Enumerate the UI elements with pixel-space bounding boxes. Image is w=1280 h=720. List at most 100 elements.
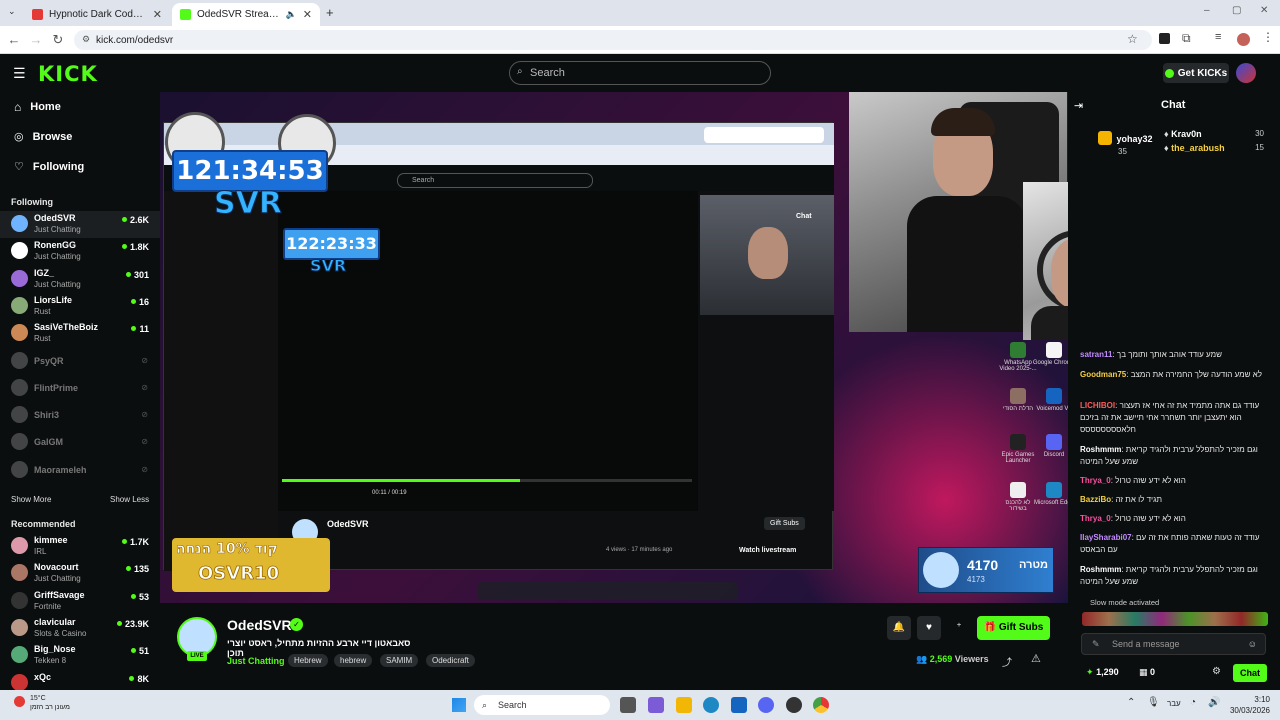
chat-username[interactable]: Thrya_0 bbox=[1080, 476, 1111, 485]
share-icon[interactable]: ⤴ bbox=[1002, 654, 1012, 669]
speaker-icon[interactable]: 🔈 bbox=[286, 9, 297, 20]
close-window-icon[interactable]: ✕ bbox=[1260, 5, 1268, 16]
bookmark-star-icon[interactable]: ☆ bbox=[1127, 32, 1138, 46]
subs-balance[interactable]: ▦ 0 bbox=[1139, 667, 1155, 678]
tray-chevron-icon[interactable]: ⌃ bbox=[1127, 697, 1135, 708]
volume-icon[interactable]: 🔊 bbox=[1208, 697, 1220, 708]
sidebar-channel-maorameleh[interactable]: Maorameleh ⊘ bbox=[0, 457, 160, 484]
chrome-icon[interactable] bbox=[813, 697, 829, 713]
sidebar-channel-ronengg[interactable]: RonenGG Just Chatting 1.8K bbox=[0, 238, 160, 265]
browser-tab-odedsvr[interactable]: OdedSVR Stream - Watch Live 🔈 ✕ bbox=[172, 3, 320, 26]
microphone-icon[interactable]: 🎙 bbox=[1147, 697, 1160, 708]
chat-message[interactable]: Goodman75: לא שמע הודעה שלך החמירה את המ… bbox=[1080, 369, 1270, 381]
kick-logo[interactable]: KICK bbox=[38, 62, 98, 86]
start-button-icon[interactable] bbox=[452, 698, 466, 712]
chat-username[interactable]: Goodman75 bbox=[1080, 370, 1126, 379]
show-less-link[interactable]: Show Less bbox=[110, 495, 149, 504]
tab-list-icon[interactable]: ⌄ bbox=[8, 6, 16, 17]
weather-widget[interactable]: 15°C מעונן רב הזמן bbox=[30, 694, 70, 712]
language-indicator[interactable]: עבר bbox=[1167, 699, 1181, 708]
chat-username[interactable]: Roshmmm bbox=[1080, 565, 1121, 574]
chat-username[interactable]: Thrya_0 bbox=[1080, 514, 1111, 523]
tag-hebrew[interactable]: Hebrew bbox=[288, 654, 328, 667]
nav-following[interactable]: ♡ Following bbox=[14, 160, 84, 174]
chat-rules-icon[interactable]: ✎ bbox=[1092, 634, 1100, 654]
sidebar-channel-sasivetheboiz[interactable]: SasiVeTheBoiz Rust 11 bbox=[0, 320, 160, 347]
sidebar-channel-igz_[interactable]: IGZ_ Just Chatting 301 bbox=[0, 266, 160, 293]
chat-message[interactable]: Roshmmm: וגם מזכיר להתפלל ערבית ולהגיד ק… bbox=[1080, 444, 1270, 468]
profile-avatar-icon[interactable] bbox=[1237, 33, 1250, 46]
maximize-icon[interactable]: ▢ bbox=[1232, 5, 1241, 16]
chat-message[interactable]: Thrya_0: הוא לא ידע שזה טרול bbox=[1080, 513, 1270, 525]
chat-username[interactable]: BazziBo bbox=[1080, 495, 1111, 504]
edge-icon[interactable] bbox=[703, 697, 719, 713]
url-input[interactable]: ⚙ kick.com/odedsvr bbox=[74, 30, 1152, 50]
extensions-puzzle-icon[interactable]: ⧉ bbox=[1182, 31, 1191, 46]
copilot-icon[interactable] bbox=[648, 697, 664, 713]
wifi-icon[interactable]: ◔ bbox=[1190, 697, 1196, 708]
emote-row[interactable] bbox=[1082, 612, 1268, 626]
sidebar-channel-galgm[interactable]: GalGM ⊘ bbox=[0, 429, 160, 456]
browser-tab-hypnotic[interactable]: Hypnotic Dark Code | Futuristic ✕ bbox=[24, 3, 170, 26]
top-gifter[interactable]: ♦ the_arabush 15 bbox=[1164, 143, 1264, 153]
app-icon[interactable] bbox=[786, 697, 802, 713]
reload-icon[interactable]: ↻ bbox=[50, 32, 66, 48]
close-tab-icon[interactable]: ✕ bbox=[303, 8, 312, 21]
media-control-icon[interactable]: ≡ bbox=[1215, 31, 1221, 43]
tag-odedicraft[interactable]: Odedicraft bbox=[426, 654, 475, 667]
new-tab-icon[interactable]: + bbox=[326, 5, 334, 20]
nav-browse[interactable]: ◎ Browse bbox=[14, 130, 72, 144]
minimize-icon[interactable]: – bbox=[1204, 5, 1210, 16]
browser-menu-icon[interactable]: ⋮ bbox=[1262, 30, 1274, 44]
chat-username[interactable]: LICHIBOI bbox=[1080, 401, 1115, 410]
get-kicks-button[interactable]: Get KICKs bbox=[1163, 63, 1229, 83]
chat-message[interactable]: Thrya_0: הוא לא ידע שזה טרול bbox=[1080, 475, 1270, 487]
sidebar-channel-shiri3[interactable]: Shiri3 ⊘ bbox=[0, 402, 160, 429]
follow-heart-button[interactable]: ♥ bbox=[917, 616, 941, 640]
sidebar-channel-odedsvr[interactable]: OdedSVR Just Chatting 2.6K bbox=[0, 211, 160, 238]
site-info-icon[interactable]: ⚙ bbox=[82, 34, 90, 45]
tag-samim[interactable]: SAMIM bbox=[380, 654, 419, 667]
top-gifter[interactable]: ♦ Krav0n 30 bbox=[1164, 129, 1264, 139]
nav-home[interactable]: ⌂ Home bbox=[14, 100, 61, 114]
user-avatar[interactable] bbox=[1236, 63, 1256, 83]
collapse-chat-icon[interactable]: ⇥ bbox=[1074, 99, 1083, 112]
extension-icon[interactable] bbox=[1159, 33, 1170, 44]
sidebar-recommended-clavicular[interactable]: clavicular Slots & Casino 23.9K bbox=[0, 615, 160, 642]
discord-icon[interactable] bbox=[758, 697, 774, 713]
back-icon[interactable]: ← bbox=[6, 32, 22, 47]
stream-category-link[interactable]: Just Chatting bbox=[227, 656, 285, 666]
close-tab-icon[interactable]: ✕ bbox=[153, 8, 162, 21]
show-more-link[interactable]: Show More bbox=[11, 495, 51, 504]
top-gifter[interactable]: yohay32 35 bbox=[1098, 129, 1158, 156]
chat-username[interactable]: IlaySharabi07 bbox=[1080, 533, 1132, 542]
hamburger-menu-icon[interactable]: ☰ bbox=[13, 65, 26, 82]
forward-icon[interactable]: → bbox=[28, 32, 44, 47]
notification-bell-button[interactable]: 🔔 bbox=[887, 616, 911, 640]
report-icon[interactable]: ⚠ bbox=[1031, 652, 1041, 665]
chat-username[interactable]: satran11 bbox=[1080, 350, 1112, 359]
chat-message[interactable]: LICHIBOI: עודד גם אתה מתמיד את זה אחי אז… bbox=[1080, 400, 1270, 436]
search-input[interactable]: ⌕ Search bbox=[509, 61, 771, 85]
chat-settings-icon[interactable]: ⚙ bbox=[1212, 666, 1221, 677]
sidebar-channel-psyqr[interactable]: PsyQR ⊘ bbox=[0, 348, 160, 375]
sidebar-recommended-big_nose[interactable]: Big_Nose Tekken 8 51 bbox=[0, 642, 160, 669]
gift-subs-button[interactable]: 🎁 Gift Subs bbox=[977, 616, 1050, 640]
tag-hebrew-lower[interactable]: hebrew bbox=[334, 654, 373, 667]
sidebar-recommended-novacourt[interactable]: Novacourt Just Chatting 135 bbox=[0, 560, 160, 587]
taskbar-search[interactable]: ⌕ Search bbox=[474, 695, 610, 715]
chat-send-button[interactable]: Chat bbox=[1233, 664, 1267, 682]
emoji-icon[interactable]: ☺ bbox=[1248, 634, 1257, 654]
chat-message[interactable]: satran11: שמע עודד אוהב אותך ותומך בך bbox=[1080, 349, 1270, 361]
task-view-icon[interactable] bbox=[620, 697, 636, 713]
channel-name[interactable]: OdedSVR bbox=[227, 617, 292, 633]
sidebar-channel-flintprime[interactable]: FlintPrime ⊘ bbox=[0, 375, 160, 402]
sidebar-recommended-kimmee[interactable]: kimmee IRL 1.7K bbox=[0, 533, 160, 560]
chat-message[interactable]: IlaySharabi07: עודד זה טעות שאתה פותח את… bbox=[1080, 532, 1270, 556]
taskbar-clock[interactable]: 3:10 30/03/2026 bbox=[1228, 694, 1270, 716]
file-explorer-icon[interactable] bbox=[676, 697, 692, 713]
points-balance[interactable]: ✦ 1,290 bbox=[1086, 667, 1119, 678]
chat-message[interactable]: Roshmmm: וגם מזכיר להתפלל ערבית ולהגיד ק… bbox=[1080, 564, 1270, 588]
sidebar-channel-liorslife[interactable]: LiorsLife Rust 16 bbox=[0, 293, 160, 320]
chat-username[interactable]: Roshmmm bbox=[1080, 445, 1121, 454]
